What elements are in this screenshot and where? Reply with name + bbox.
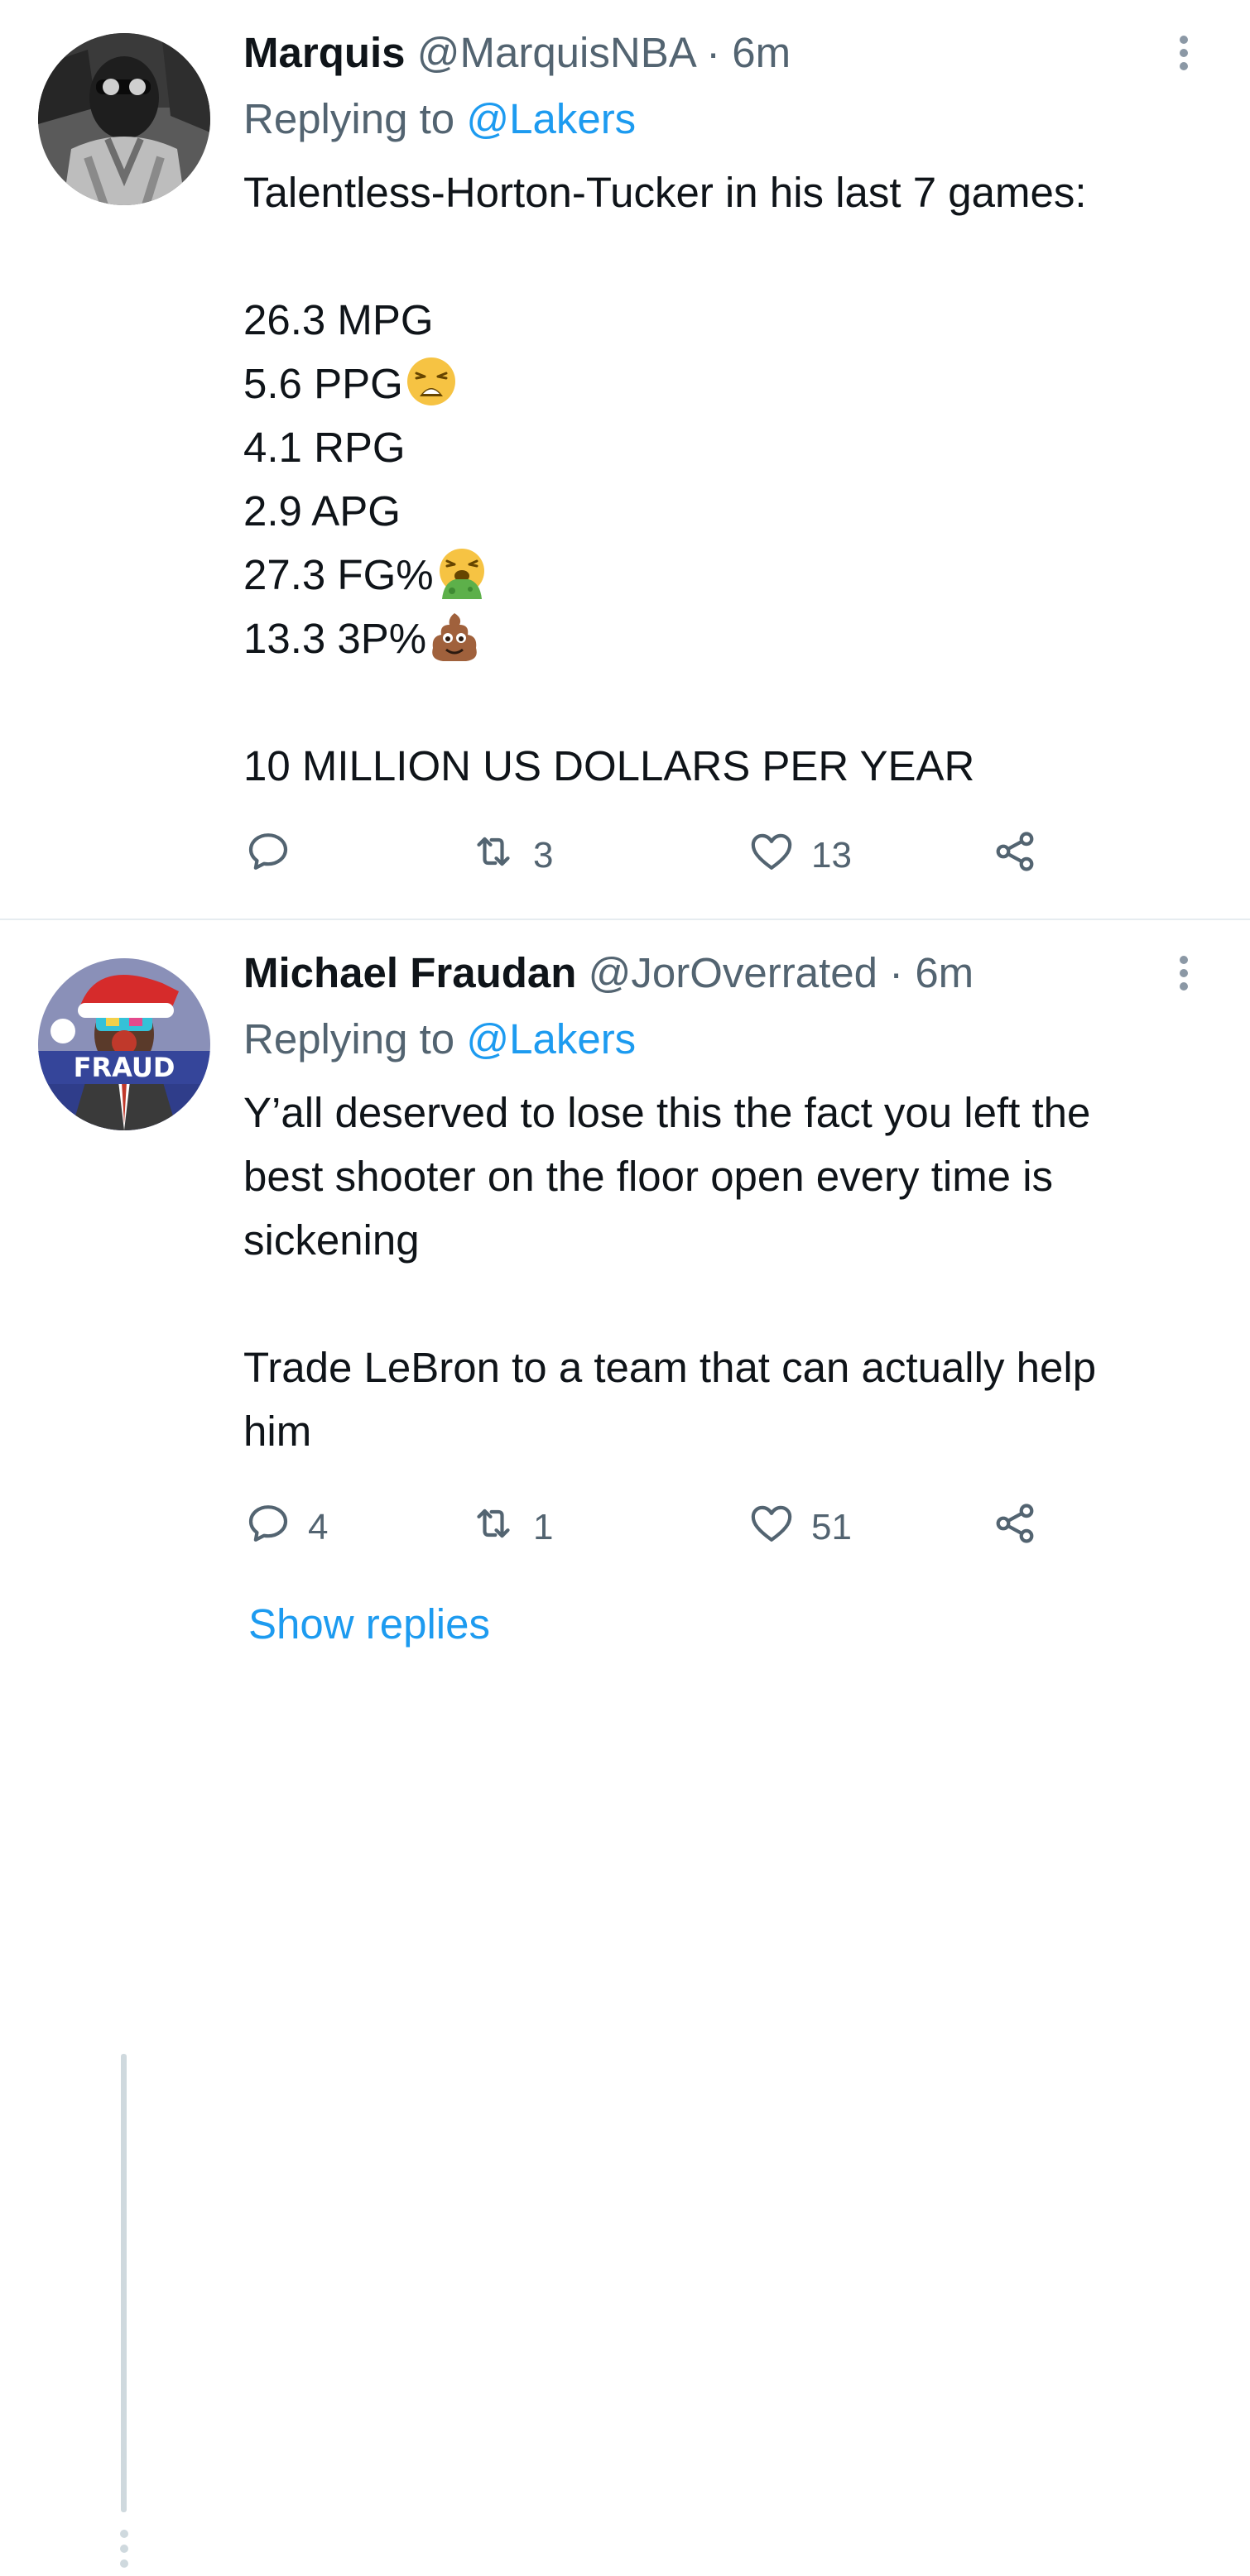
more-vertical-icon[interactable] — [1174, 948, 1194, 998]
mention-link[interactable]: @Lakers — [466, 95, 636, 142]
share-icon — [992, 1500, 1038, 1556]
share-button[interactable] — [992, 1494, 1038, 1561]
stat-text: 5.6 PPG — [243, 360, 403, 407]
like-icon — [748, 828, 795, 884]
retweet-button[interactable]: 3 — [470, 823, 553, 889]
thread-line — [121, 2054, 127, 2512]
separator-dot: · — [889, 949, 904, 996]
avatar-badge: FRAUD — [74, 1052, 175, 1083]
like-count: 13 — [811, 835, 852, 875]
avatar[interactable]: FRAUD — [38, 958, 210, 1130]
action-bar: 3 13 — [245, 823, 1073, 889]
retweet-count: 1 — [533, 1507, 554, 1547]
user-handle[interactable]: @JorOverrated — [589, 949, 877, 996]
tweet-line: best shooter on the floor open every tim… — [243, 1153, 1054, 1200]
more-vertical-icon[interactable] — [1174, 28, 1194, 78]
tweet-text: Y’all deserved to lose this the fact you… — [243, 1081, 1228, 1463]
replying-to-label: Replying to — [243, 95, 455, 142]
tweet-line: sickening — [243, 1216, 420, 1264]
tweet-line: 2.9 APG — [243, 487, 401, 535]
like-button[interactable]: 13 — [748, 823, 852, 889]
reply-icon — [245, 1500, 291, 1556]
vomiting-face-emoji — [435, 546, 488, 599]
replying-to: Replying to @Lakers — [243, 1015, 636, 1064]
timestamp[interactable]: 6m — [915, 949, 974, 996]
share-button[interactable] — [992, 823, 1038, 889]
like-count: 51 — [811, 1507, 852, 1547]
mention-link[interactable]: @Lakers — [466, 1015, 636, 1063]
tweet-line: Trade LeBron to a team that can actually… — [243, 1344, 1097, 1391]
like-button[interactable]: 51 — [748, 1494, 852, 1561]
display-name[interactable]: Marquis — [243, 29, 406, 76]
tweet-line: 26.3 MPG — [243, 296, 434, 343]
tweet[interactable]: FRAUD Michael Fraudan @JorOverrated · 6m… — [0, 920, 1250, 2568]
retweet-icon — [470, 1500, 517, 1556]
replying-to: Replying to @Lakers — [243, 94, 636, 144]
tweet-line: 4.1 RPG — [243, 424, 406, 471]
tweet-header: Michael Fraudan @JorOverrated · 6m — [243, 948, 974, 998]
tweet-line: 10 MILLION US DOLLARS PER YEAR — [243, 742, 975, 789]
like-icon — [748, 1500, 795, 1556]
stat-text: 27.3 FG% — [243, 551, 434, 598]
tweet-line: Y’all deserved to lose this the fact you… — [243, 1089, 1091, 1136]
tweet-line: 5.6 PPG — [243, 352, 1228, 415]
pile-of-poo-emoji — [428, 610, 481, 663]
user-handle[interactable]: @MarquisNBA — [417, 29, 695, 76]
reply-button[interactable]: 4 — [245, 1494, 328, 1561]
separator-dot: · — [706, 29, 721, 76]
show-replies-link[interactable]: Show replies — [248, 1595, 490, 1653]
reply-icon — [245, 828, 291, 884]
stat-text: 13.3 3P% — [243, 615, 427, 662]
action-bar: 4 1 51 — [245, 1494, 1073, 1561]
replying-to-label: Replying to — [243, 1015, 455, 1063]
tweet-line: 27.3 FG% — [243, 543, 1228, 607]
tweet-line: him — [243, 1408, 312, 1455]
reply-count: 4 — [308, 1507, 329, 1547]
thread-dots-icon — [116, 2526, 132, 2572]
tweet-header: Marquis @MarquisNBA · 6m — [243, 28, 791, 78]
display-name[interactable]: Michael Fraudan — [243, 949, 576, 996]
timestamp[interactable]: 6m — [732, 29, 791, 76]
tweet-line: 13.3 3P% — [243, 607, 1228, 670]
share-icon — [992, 828, 1038, 884]
retweet-count: 3 — [533, 835, 554, 875]
tweet-line: Talentless-Horton-Tucker in his last 7 g… — [243, 169, 1087, 216]
avatar[interactable] — [38, 33, 210, 205]
weary-face-emoji — [405, 355, 458, 408]
retweet-button[interactable]: 1 — [470, 1494, 553, 1561]
tweet-text: Talentless-Horton-Tucker in his last 7 g… — [243, 161, 1228, 798]
reply-button[interactable] — [245, 823, 308, 889]
tweet[interactable]: Marquis @MarquisNBA · 6m Replying to @La… — [0, 0, 1250, 919]
retweet-icon — [470, 828, 517, 884]
